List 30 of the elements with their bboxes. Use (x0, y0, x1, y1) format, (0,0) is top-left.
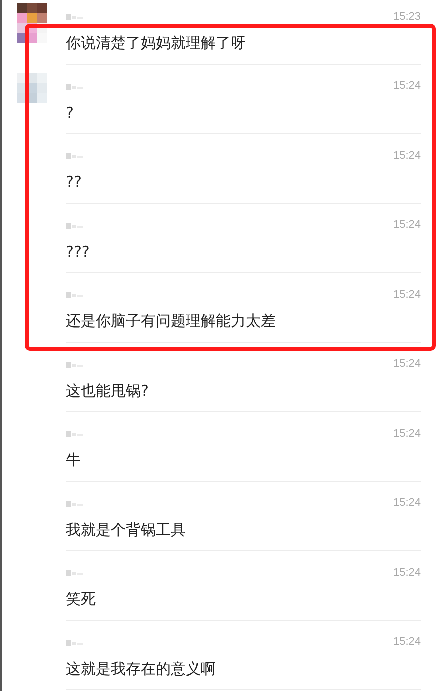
message-time: 15:24 (393, 219, 421, 232)
message-text: 这也能甩锅? (66, 382, 150, 400)
blurred-name-icon (66, 82, 84, 90)
message-time: 15:24 (393, 428, 421, 440)
blurred-name-icon (66, 13, 84, 21)
blurred-name-icon (66, 360, 84, 368)
blurred-name-icon (66, 569, 84, 577)
message-text: 还是你脑子有问题理解能力太差 (66, 312, 277, 331)
message-time: 15:24 (393, 566, 421, 580)
blurred-name-icon (66, 430, 84, 438)
message-time: 15:24 (393, 358, 421, 371)
message-time: 15:24 (393, 150, 421, 162)
message-time: 15:24 (393, 80, 421, 93)
message-time: 15:24 (393, 497, 421, 510)
blurred-name-icon (66, 291, 84, 299)
message-time: 15:24 (393, 636, 421, 649)
message-text: 牛 (66, 451, 82, 470)
message-text: ?? (66, 173, 83, 191)
message-text: 这就是我存在的意义啊 (66, 660, 217, 678)
blurred-name-icon (66, 152, 84, 160)
message-time: 15:23 (393, 10, 421, 24)
message-text: 笑死 (66, 590, 97, 609)
message-time: 15:24 (393, 288, 421, 302)
message-text: 我就是个背锅工具 (66, 520, 187, 540)
message-text: ? (66, 104, 75, 122)
blurred-name-icon (66, 222, 84, 230)
message-text: ??? (66, 242, 91, 260)
message-text: 你说清楚了妈妈就理解了呀 (66, 34, 247, 53)
blurred-name-icon (66, 638, 84, 646)
blurred-name-icon (66, 500, 84, 508)
